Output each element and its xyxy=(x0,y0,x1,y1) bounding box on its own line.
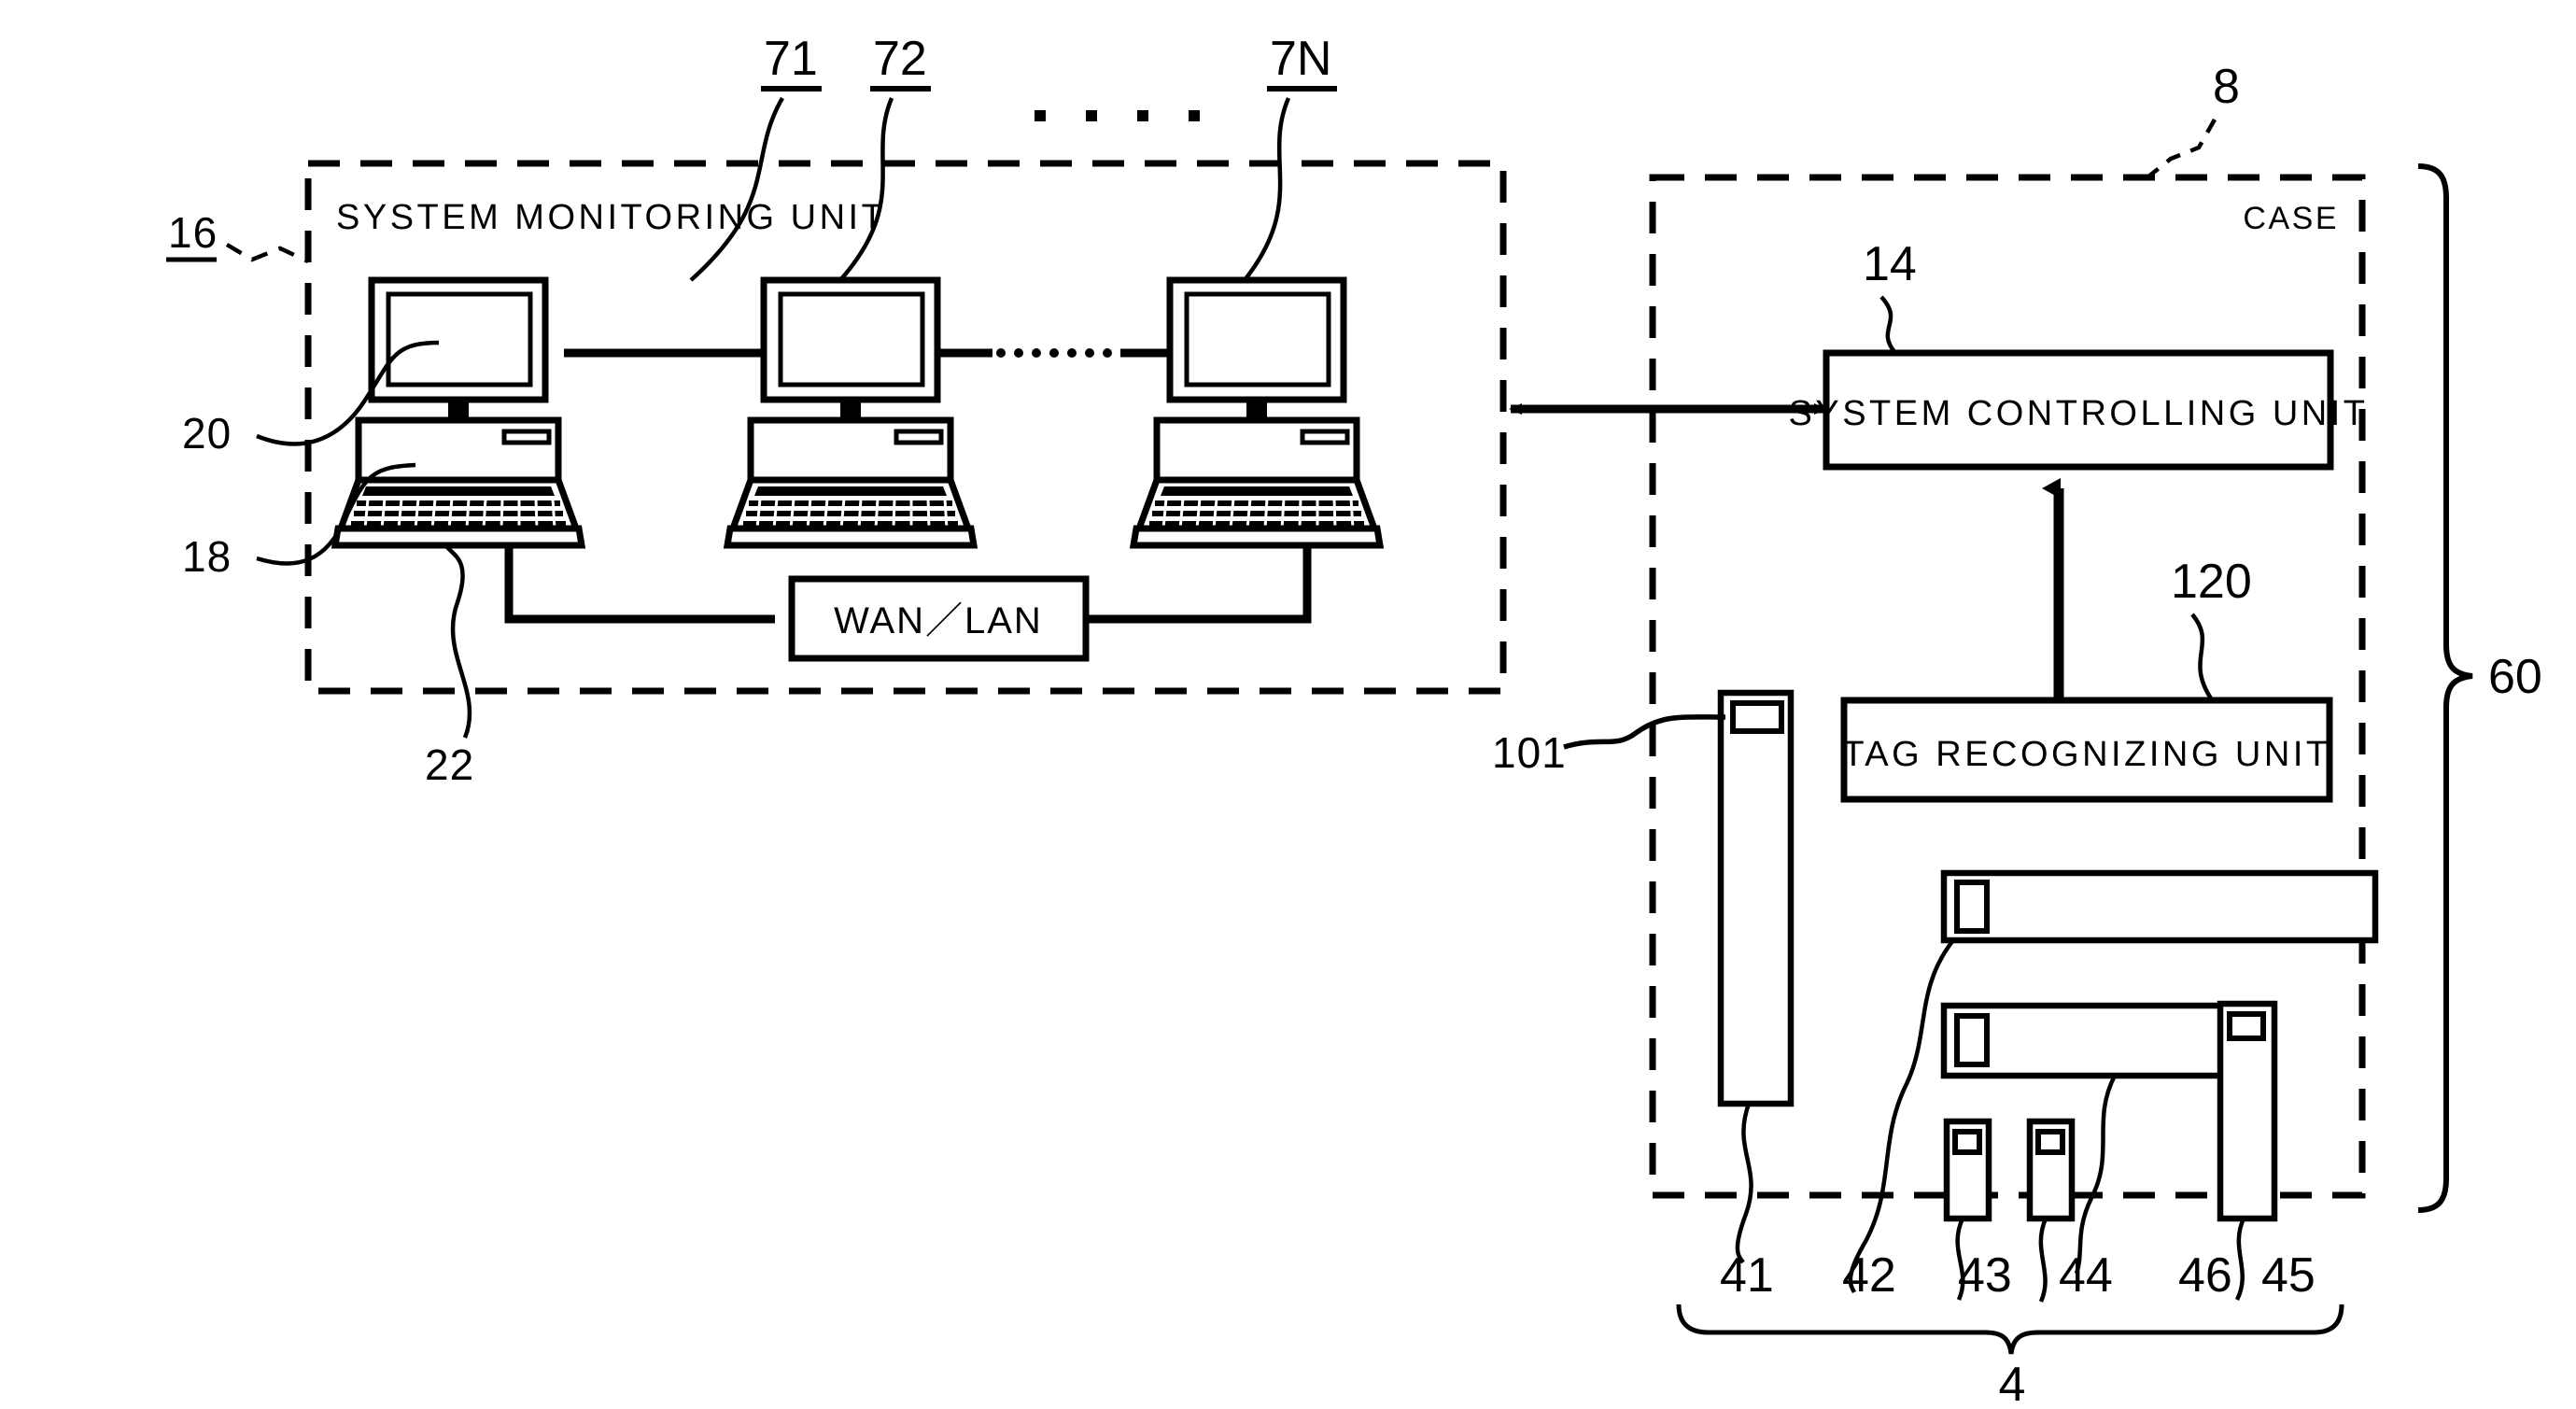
terminal-ref-71: 71 xyxy=(689,32,822,282)
whole-system-brace: 60 xyxy=(2417,163,2542,1213)
ref-120-group: 120 xyxy=(2171,555,2252,700)
equipment-group-brace: 4 xyxy=(1676,1303,2344,1409)
equipment-44[interactable] xyxy=(2026,1118,2076,1222)
ref-14-label: 14 xyxy=(1863,237,1917,291)
workstation-7n[interactable] xyxy=(1133,280,1380,545)
ref-44-label: 44 xyxy=(2059,1248,2113,1303)
terminal-ref-7n: 7N xyxy=(1243,32,1337,282)
figure-canvas: SYSTEM MONITORING UNIT 16 71 72 7N 20 18… xyxy=(0,0,2576,1409)
ref-4-label: 4 xyxy=(1999,1358,2026,1409)
system-monitoring-unit-title: SYSTEM MONITORING UNIT xyxy=(336,198,886,237)
ref-22-group: 22 xyxy=(425,544,474,789)
equipment-41[interactable] xyxy=(1717,689,1795,1107)
ref-8-label: 8 xyxy=(2213,60,2240,114)
ref-22-label: 22 xyxy=(425,740,474,789)
terminal-ref-72: 72 xyxy=(838,32,931,282)
tag-recognizing-unit-label: TAG RECOGNIZING UNIT xyxy=(1842,735,2330,774)
wan-lan-label: WAN／LAN xyxy=(834,600,1043,641)
ref-16-leader xyxy=(225,243,309,264)
ref-20-label: 20 xyxy=(182,409,232,458)
equipment-45[interactable] xyxy=(2217,1000,2278,1222)
system-controlling-unit[interactable]: SYSTEM CONTROLLING UNIT xyxy=(1789,349,2369,471)
ref-41-label: 41 xyxy=(1720,1248,1774,1303)
equipment-42[interactable] xyxy=(1940,869,2379,944)
ref-8-leader xyxy=(2146,118,2217,179)
ref-7n-label: 7N xyxy=(1270,32,1331,86)
ref-120-label: 120 xyxy=(2171,555,2252,609)
ref-14-group: 14 xyxy=(1863,237,1917,355)
patent-diagram-svg: SYSTEM MONITORING UNIT 16 71 72 7N 20 18… xyxy=(166,32,2542,1409)
ref-72-label: 72 xyxy=(873,32,927,86)
terminal-ellipsis xyxy=(1035,110,1200,121)
ref-42-label: 42 xyxy=(1842,1248,1896,1303)
equipment-43[interactable] xyxy=(1943,1118,1992,1222)
workstation-72[interactable] xyxy=(727,280,974,545)
ref-43-label: 43 xyxy=(1958,1248,2012,1303)
ref-45-label: 45 xyxy=(2261,1248,2316,1303)
ref-46-label: 46 xyxy=(2178,1248,2232,1303)
ref-16-label: 16 xyxy=(168,208,218,257)
ref-71-label: 71 xyxy=(764,32,818,86)
system-controlling-unit-label: SYSTEM CONTROLLING UNIT xyxy=(1789,394,2369,433)
ref-101-label: 101 xyxy=(1492,728,1567,777)
wan-lan-box[interactable]: WAN／LAN xyxy=(788,575,1090,662)
ref-18-label: 18 xyxy=(182,532,232,581)
equipment-ref-labels: 41 42 43 44 46 45 xyxy=(1720,1248,2316,1303)
ref-101-group: 101 xyxy=(1492,714,1726,777)
case-label: CASE xyxy=(2243,201,2339,236)
system-monitoring-unit-panel: SYSTEM MONITORING UNIT 16 71 72 7N 20 18… xyxy=(166,32,1507,789)
case-panel: CASE 8 SYSTEM CONTROLLING UNIT 14 TAG RE… xyxy=(1492,60,2379,1222)
ref-60-label: 60 xyxy=(2488,650,2542,704)
workstation-71[interactable] xyxy=(335,280,582,545)
tag-recognizing-unit[interactable]: TAG RECOGNIZING UNIT xyxy=(1840,697,2333,803)
